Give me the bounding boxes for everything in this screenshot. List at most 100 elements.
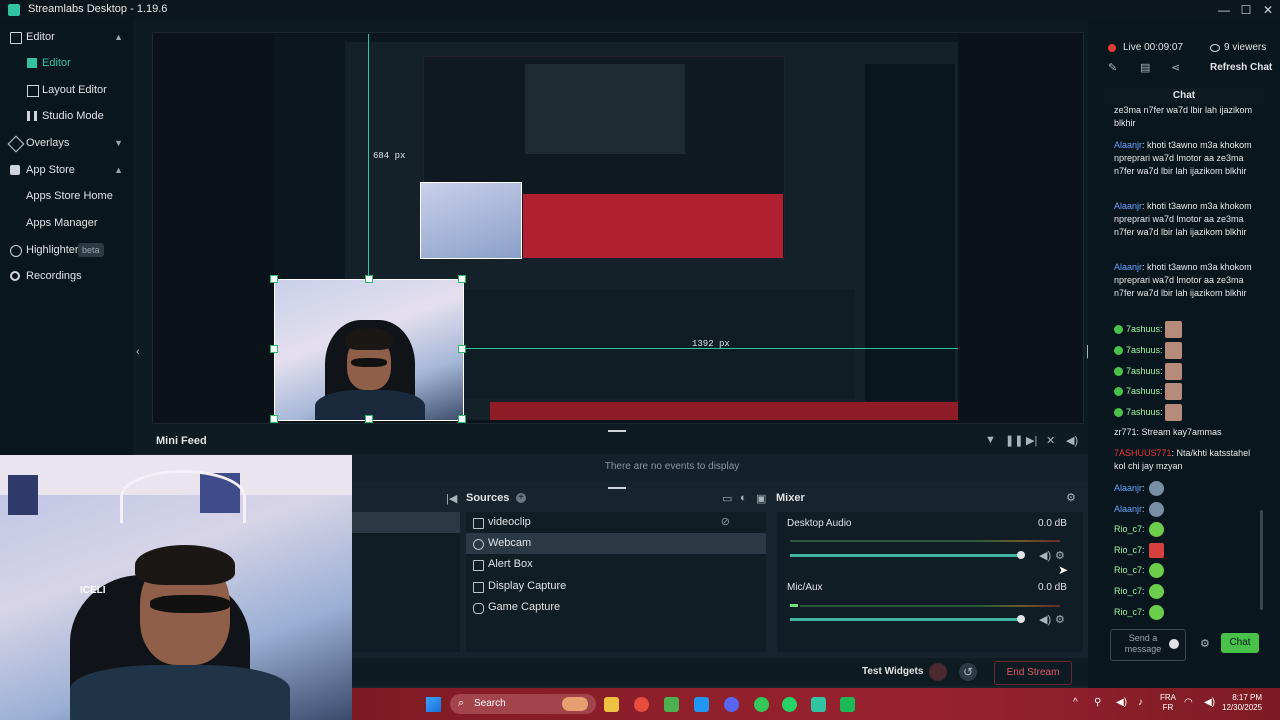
webcam-source-preview[interactable] — [274, 279, 464, 421]
add-source-icon[interactable]: + — [516, 493, 526, 503]
close-icon[interactable]: ✕ — [1258, 2, 1278, 18]
resize-handle[interactable] — [365, 275, 373, 283]
source-item[interactable]: Display Capture — [466, 576, 766, 597]
streamlabs-taskbar-icon[interactable] — [811, 697, 826, 712]
nav-studio-mode[interactable]: Studio Mode — [0, 103, 133, 129]
wifi-icon[interactable]: ◠ — [1184, 697, 1193, 708]
nav-label: Recordings — [26, 270, 82, 282]
windows-start-icon[interactable] — [426, 697, 441, 712]
scene-item[interactable] — [352, 512, 460, 533]
notepad-icon[interactable] — [694, 697, 709, 712]
emoji-icon[interactable] — [1169, 639, 1179, 649]
chat-scrollbar[interactable] — [1260, 510, 1263, 610]
mini-feed-empty: There are no events to display — [604, 461, 740, 472]
nav-editor[interactable]: Editor — [0, 50, 133, 76]
display-icon — [473, 582, 484, 593]
resize-handle[interactable] — [270, 275, 278, 283]
share-icon[interactable]: ⋖ — [1171, 61, 1180, 74]
poster — [8, 475, 38, 515]
end-stream-button[interactable]: End Stream — [994, 661, 1072, 685]
file-explorer-icon[interactable] — [604, 697, 619, 712]
nav-apps-store-home[interactable]: Apps Store Home — [0, 183, 133, 209]
hide-icon[interactable]: ◐ — [740, 492, 747, 504]
speaker-icon[interactable]: ◀) — [1039, 613, 1051, 626]
speaker-tray-icon[interactable]: ◀) — [1204, 697, 1215, 708]
chevron-up-icon[interactable]: ▲ — [114, 24, 123, 50]
skip-icon[interactable]: ▶| — [1026, 434, 1037, 447]
chevron-down-icon[interactable]: ▼ — [114, 130, 123, 156]
search-icon: ⌕ — [458, 697, 465, 709]
tray-chevron-icon[interactable]: ^ — [1073, 697, 1078, 708]
source-label: videoclip — [488, 516, 531, 528]
resize-handle[interactable] — [458, 275, 466, 283]
chat-settings-icon[interactable]: ⚙ — [1200, 637, 1210, 650]
chrome-icon[interactable] — [634, 697, 649, 712]
replay-buffer-icon[interactable]: ↺ — [959, 663, 977, 681]
record-button[interactable] — [929, 663, 947, 681]
mixer-settings-icon[interactable]: ⚙ — [1066, 491, 1076, 504]
properties-icon[interactable]: ▣ — [756, 492, 766, 505]
collapse-scenes-icon[interactable]: |◀ — [446, 492, 457, 505]
volume-slider-knob[interactable] — [1017, 615, 1025, 623]
minimize-icon[interactable]: — — [1214, 2, 1234, 18]
emote-icon — [1149, 543, 1165, 558]
source-item-selected[interactable]: Webcam — [466, 533, 766, 554]
volume-slider[interactable] — [790, 554, 1022, 557]
volume-tray-icon[interactable]: ◀) — [1116, 697, 1127, 708]
language-indicator[interactable]: FRA FR — [1160, 693, 1176, 713]
resize-handle[interactable] — [365, 415, 373, 423]
edit-icon[interactable]: ✎ — [1108, 61, 1117, 74]
nav-overlays[interactable]: Overlays ▼ — [0, 130, 133, 156]
resize-handle[interactable] — [458, 345, 466, 353]
live-indicator-icon — [1108, 44, 1116, 52]
hidden-eye-icon[interactable]: ⊘ — [721, 512, 730, 533]
pause-icon[interactable]: ❚❚ — [1005, 434, 1023, 447]
drag-handle[interactable] — [608, 430, 626, 432]
nav-layout-editor[interactable]: Layout Editor — [0, 77, 133, 103]
source-item[interactable]: Game Capture — [466, 597, 766, 618]
taskbar-search[interactable]: ⌕ Search — [450, 694, 596, 714]
maximize-icon[interactable]: ☐ — [1236, 2, 1256, 18]
highlighter-icon — [10, 245, 22, 257]
channel-settings-icon[interactable]: ⚙ — [1055, 549, 1065, 562]
badge-icon — [1114, 325, 1123, 334]
editor-app-icon[interactable] — [664, 697, 679, 712]
resize-handle[interactable] — [458, 415, 466, 423]
speaker-icon[interactable]: ◀) — [1039, 549, 1051, 562]
emote-icon — [1164, 363, 1182, 380]
folder-icon[interactable]: ▭ — [722, 492, 732, 505]
discord-icon[interactable] — [724, 697, 739, 712]
nav-highlighter[interactable]: Highlighter beta — [0, 237, 133, 263]
chat-message: zr771: Stream kay7ammas — [1114, 427, 1222, 437]
layout-icon — [27, 85, 39, 97]
volume-icon[interactable]: ◀) — [1066, 434, 1078, 447]
nav-label: Editor — [42, 57, 71, 69]
nav-editor-group[interactable]: Editor ▲ — [0, 24, 133, 50]
emote-icon — [1149, 563, 1165, 578]
source-item[interactable]: videoclip ⊘ — [466, 512, 766, 533]
chat-send-button[interactable]: Chat — [1221, 633, 1259, 653]
nav-recordings[interactable]: Recordings — [0, 263, 133, 289]
refresh-chat-button[interactable]: Refresh Chat — [1210, 62, 1272, 73]
network-icon[interactable]: ⚲ — [1094, 697, 1101, 708]
collapse-left-icon[interactable]: ‹ — [136, 346, 140, 358]
spotify-icon[interactable] — [754, 697, 769, 712]
app-grid-icon[interactable] — [840, 697, 855, 712]
source-item[interactable]: Alert Box — [466, 554, 766, 575]
mute-alerts-icon[interactable]: ✕ — [1046, 434, 1055, 447]
clock[interactable]: 8:17 PM 12/30/2025 — [1222, 693, 1262, 713]
volume-slider-knob[interactable] — [1017, 551, 1025, 559]
resize-handle[interactable] — [270, 345, 278, 353]
resize-handle[interactable] — [270, 415, 278, 423]
nav-apps-manager[interactable]: Apps Manager — [0, 210, 133, 236]
chat-message: Rio_c7: — [1114, 605, 1264, 620]
whatsapp-icon[interactable] — [782, 697, 797, 712]
chat-input[interactable]: Send a message — [1110, 629, 1186, 661]
channel-settings-icon[interactable]: ⚙ — [1055, 613, 1065, 626]
volume-slider[interactable] — [790, 618, 1022, 621]
chevron-up-icon[interactable]: ▲ — [114, 157, 123, 183]
popout-icon[interactable]: ▤ — [1140, 61, 1150, 74]
filter-icon[interactable]: ▼ — [985, 434, 996, 446]
mic-tray-icon[interactable]: ♪ — [1138, 697, 1143, 708]
nav-app-store[interactable]: App Store ▲ — [0, 157, 133, 183]
